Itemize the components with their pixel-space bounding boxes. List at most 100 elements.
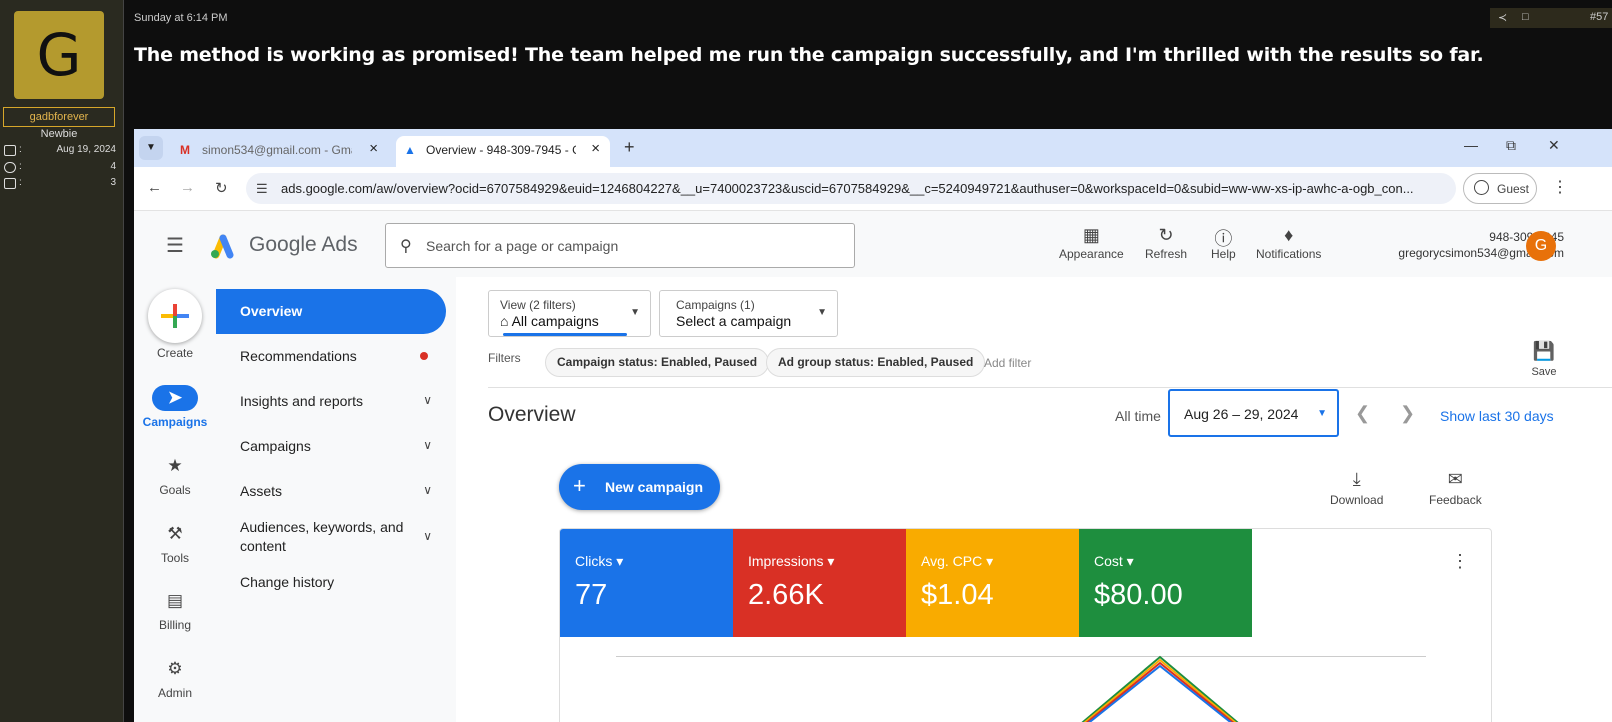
post-number[interactable]: #57 — [1590, 11, 1608, 23]
download-label: Download — [1330, 493, 1384, 507]
show-last-30-days-link[interactable]: Show last 30 days — [1440, 408, 1554, 424]
tools-icon: ⚒ — [167, 524, 183, 543]
overview-main: View (2 filters) ⌂ All campaigns ▼ Campa… — [456, 277, 1612, 722]
nav-change-history[interactable]: Change history — [216, 574, 446, 594]
new-campaign-button[interactable]: + New campaign — [559, 464, 720, 510]
help-button[interactable]: ⓘ Help — [1211, 225, 1236, 261]
close-icon[interactable]: × — [591, 140, 600, 157]
metric-impressions[interactable]: Impressions ▾ 2.66K — [733, 529, 906, 637]
nav-audiences[interactable]: Audiences, keywords, and content ∨ — [216, 519, 446, 559]
nav-audiences-label-2: content — [240, 538, 286, 554]
address-bar: ← → ↻ ☰ ads.google.com/aw/overview?ocid=… — [134, 167, 1612, 211]
feedback-button[interactable]: ✉ Feedback — [1429, 469, 1482, 507]
nav-insights[interactable]: Insights and reports ∨ — [216, 393, 446, 413]
profile-button[interactable]: Guest — [1463, 173, 1537, 204]
nav-recommendations[interactable]: Recommendations — [216, 348, 446, 368]
rail-admin[interactable]: ⚙ Admin — [134, 656, 216, 700]
nav-campaigns[interactable]: Campaigns ∨ — [216, 438, 446, 458]
feedback-label: Feedback — [1429, 493, 1482, 507]
trophy-icon: ★ — [167, 456, 183, 475]
tab-bar: ▼ M simon534@gmail.com - Gmail × ▲ Overv… — [134, 129, 1612, 167]
tab-gmail[interactable]: M simon534@gmail.com - Gmail × — [172, 136, 388, 167]
calendar-icon — [4, 145, 16, 156]
rail-billing-label: Billing — [158, 618, 191, 632]
user-rank: Newbie — [40, 128, 78, 140]
username-link[interactable]: gadbforever — [3, 107, 115, 127]
close-icon[interactable]: × — [369, 140, 378, 157]
nav-overview[interactable]: Overview — [216, 289, 446, 334]
url-field[interactable]: ☰ ads.google.com/aw/overview?ocid=670758… — [246, 173, 1456, 204]
url-text[interactable]: ads.google.com/aw/overview?ocid=67075849… — [281, 181, 1441, 196]
selection-underline — [503, 333, 627, 336]
reload-button[interactable]: ↻ — [215, 179, 228, 197]
messages-icon — [4, 162, 16, 173]
rail-campaigns[interactable]: ➤ Campaigns — [134, 385, 216, 429]
date-range-picker[interactable]: Aug 26 – 29, 2024 ▼ — [1168, 389, 1339, 437]
save-button[interactable]: 💾 Save — [1524, 341, 1564, 378]
metric-clicks[interactable]: Clicks ▾ 77 — [560, 529, 733, 637]
chart-gridline — [616, 656, 1426, 657]
feedback-icon: ✉ — [1447, 469, 1463, 489]
page-title: Overview — [488, 403, 576, 426]
restore-button[interactable]: ⧉ — [1506, 137, 1516, 154]
metric-label: Impressions ▾ — [748, 553, 835, 569]
campaign-filter-value: Select a campaign — [676, 313, 792, 329]
campaign-filter-dropdown[interactable]: Campaigns (1) Select a campaign ▼ — [659, 290, 838, 337]
appearance-icon: ▦ — [1082, 225, 1100, 245]
filter-chip-ad-group-status[interactable]: Ad group status: Enabled, Paused — [766, 348, 986, 377]
account-avatar[interactable]: G — [1526, 231, 1556, 261]
metric-cost[interactable]: Cost ▾ $80.00 — [1079, 529, 1252, 637]
forward-button[interactable]: → — [180, 179, 195, 196]
metric-avg-cpc[interactable]: Avg. CPC ▾ $1.04 — [906, 529, 1079, 637]
profile-label: Guest — [1497, 182, 1530, 196]
forum-user-panel: G gadbforever Newbie : Aug 19, 2024 : 4 … — [0, 0, 124, 722]
all-time-label: All time — [1115, 408, 1161, 424]
site-info-icon[interactable]: ☰ — [256, 181, 268, 197]
filter-chip-campaign-status[interactable]: Campaign status: Enabled, Paused — [545, 348, 770, 377]
rail-create-label[interactable]: Create — [134, 346, 216, 360]
download-button[interactable]: ⤓ Download — [1330, 469, 1383, 507]
rail-billing[interactable]: ▤ Billing — [134, 588, 216, 632]
more-options-icon[interactable]: ⋮ — [1451, 551, 1469, 572]
tab-google-ads[interactable]: ▲ Overview - 948-309-7945 - Goo × — [396, 136, 610, 167]
share-icon[interactable]: ≺ — [1498, 11, 1507, 24]
back-button[interactable]: ← — [147, 179, 162, 196]
nav-insights-label: Insights and reports — [240, 393, 363, 409]
campaign-filter-label: Campaigns (1) — [676, 298, 755, 312]
rail-tools[interactable]: ⚒ Tools — [134, 521, 216, 565]
nav-assets[interactable]: Assets ∨ — [216, 483, 446, 503]
previous-period-button[interactable]: ❮ — [1355, 403, 1370, 424]
post-timestamp[interactable]: Sunday at 6:14 PM — [134, 12, 228, 24]
appearance-button[interactable]: ▦ Appearance — [1059, 225, 1124, 261]
gear-icon: ⚙ — [167, 659, 183, 678]
menu-icon[interactable]: ☰ — [166, 233, 184, 258]
brand-name: Google Ads — [249, 233, 358, 256]
bookmark-icon[interactable]: □ — [1522, 11, 1529, 23]
rail-goals[interactable]: ★ Goals — [134, 453, 216, 497]
search-input[interactable]: ⚲ Search for a page or campaign — [385, 223, 855, 268]
minimize-button[interactable]: — — [1464, 137, 1478, 153]
performance-card: Clicks ▾ 77 Impressions ▾ 2.66K Avg. CPC… — [559, 528, 1492, 722]
tab-title: simon534@gmail.com - Gmail — [202, 143, 352, 157]
tab-search-button[interactable]: ▼ — [139, 136, 163, 160]
messages-stat: : 4 — [4, 161, 116, 177]
new-tab-button[interactable]: + — [624, 137, 635, 158]
help-icon: ⓘ — [1214, 229, 1233, 249]
store-icon: ⌂ — [500, 313, 509, 329]
google-ads-icon: ▲ — [404, 143, 416, 157]
performance-chart — [1081, 655, 1239, 722]
view-filter-dropdown[interactable]: View (2 filters) ⌂ All campaigns ▼ — [488, 290, 651, 337]
notifications-button[interactable]: ♦ Notifications — [1256, 225, 1321, 261]
dropdown-arrow-icon: ▼ — [817, 307, 827, 318]
browser-menu-icon[interactable]: ⋮ — [1552, 177, 1568, 197]
left-rail: Create ➤ Campaigns ★ Goals ⚒ Tools ▤ Bil… — [134, 277, 216, 722]
next-period-button[interactable]: ❯ — [1400, 403, 1415, 424]
add-filter-button[interactable]: Add filter — [984, 356, 1031, 370]
metric-value: $80.00 — [1094, 579, 1183, 611]
chevron-down-icon: ∨ — [423, 393, 432, 407]
refresh-button[interactable]: ↻ Refresh — [1145, 225, 1187, 261]
avatar[interactable]: G — [14, 11, 104, 99]
close-window-button[interactable]: ✕ — [1548, 137, 1560, 154]
megaphone-icon: ➤ — [152, 385, 198, 411]
create-button[interactable] — [148, 289, 202, 343]
